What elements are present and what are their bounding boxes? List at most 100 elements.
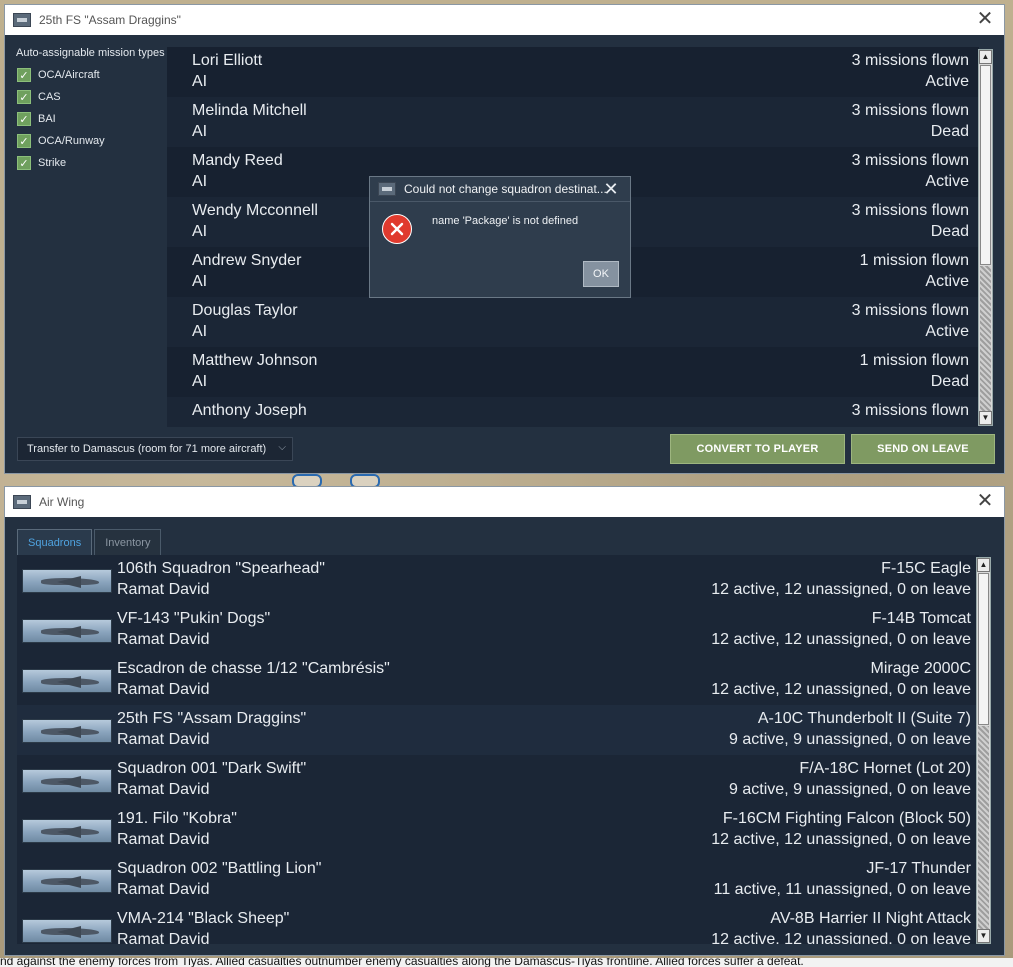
pilot-name: Lori Elliott: [192, 52, 263, 69]
scroll-down-icon[interactable]: ▼: [979, 411, 992, 425]
app-icon: [13, 495, 31, 509]
squadron-aircraft: A-10C Thunderbolt II (Suite 7): [757, 710, 971, 727]
pilot-missions: 3 missions flown: [851, 52, 969, 69]
pilot-missions: 3 missions flown: [851, 402, 969, 419]
send-on-leave-button[interactable]: SEND ON LEAVE: [851, 434, 995, 464]
transfer-destination-value: Transfer to Damascus (room for 71 more a…: [27, 443, 267, 455]
status-line: nd against the enemy forces from Tiyas. …: [0, 958, 1013, 967]
chevron-down-icon[interactable]: ⌵: [278, 442, 286, 453]
air-wing-window-titlebar[interactable]: Air Wing ✕: [5, 487, 1004, 517]
tab-squadrons[interactable]: Squadrons: [17, 529, 93, 555]
air-wing-window: Air Wing ✕ Squadrons Inventory 106th Squ…: [4, 486, 1005, 956]
mission-type-checkbox-oca-runway[interactable]: ✓ OCA/Runway: [17, 133, 105, 149]
scroll-up-icon[interactable]: ▲: [979, 50, 992, 64]
squadron-list[interactable]: 106th Squadron "Spearhead" Ramat David F…: [17, 555, 979, 944]
squadron-name: 25th FS "Assam Draggins": [117, 710, 307, 727]
pilot-name: Anthony Joseph: [192, 402, 307, 419]
squadron-window-titlebar[interactable]: 25th FS "Assam Draggins" ✕: [5, 5, 1004, 35]
pilot-name: Mandy Reed: [192, 152, 283, 169]
error-dialog: Could not change squadron destinat... ✕ …: [369, 176, 631, 298]
status-line-text: nd against the enemy forces from Tiyas. …: [0, 958, 804, 967]
squadron-counts: 11 active, 11 unassigned, 0 on leave: [713, 881, 971, 898]
squadron-row[interactable]: VF-143 "Pukin' Dogs" Ramat David F-14B T…: [17, 605, 979, 655]
squadron-counts: 12 active, 12 unassigned, 0 on leave: [711, 931, 971, 944]
scrollbar-track[interactable]: [978, 726, 989, 929]
close-icon[interactable]: ✕: [974, 490, 996, 512]
close-icon[interactable]: ✕: [600, 178, 622, 200]
air-wing-tabs: Squadrons Inventory: [17, 529, 163, 555]
tab-inventory[interactable]: Inventory: [94, 529, 162, 555]
pilot-status: Active: [925, 173, 969, 190]
pilot-missions: 3 missions flown: [851, 102, 969, 119]
ok-button[interactable]: OK: [583, 261, 619, 287]
pilot-name: Wendy Mcconnell: [192, 202, 318, 219]
squadron-base: Ramat David: [117, 681, 210, 698]
pilot-missions: 3 missions flown: [851, 302, 969, 319]
scrollbar-thumb[interactable]: [978, 573, 989, 725]
squadron-base: Ramat David: [117, 731, 210, 748]
scrollbar-track[interactable]: [980, 266, 991, 411]
squadron-base: Ramat David: [117, 581, 210, 598]
scroll-down-icon[interactable]: ▼: [977, 929, 990, 943]
pilot-status: Active: [925, 323, 969, 340]
mission-type-checkbox-cas[interactable]: ✓ CAS: [17, 89, 61, 105]
squadron-row[interactable]: 191. Filo "Kobra" Ramat David F-16CM Fig…: [17, 805, 979, 855]
app-icon: [13, 13, 31, 27]
pilot-status: Active: [925, 73, 969, 90]
squadron-counts: 12 active, 12 unassigned, 0 on leave: [711, 831, 971, 848]
close-icon[interactable]: ✕: [974, 8, 996, 30]
squadron-aircraft: F-15C Eagle: [881, 560, 971, 577]
mission-type-label: OCA/Runway: [38, 135, 105, 147]
checkbox-check-icon[interactable]: ✓: [17, 134, 31, 148]
dialog-title: Could not change squadron destinat...: [404, 182, 607, 196]
scroll-up-icon[interactable]: ▲: [977, 558, 990, 572]
error-dialog-titlebar[interactable]: Could not change squadron destinat... ✕: [370, 177, 630, 202]
squadron-row[interactable]: Escadron de chasse 1/12 "Cambrésis" Rama…: [17, 655, 979, 705]
aircraft-thumbnail: [22, 869, 112, 893]
mission-type-checkbox-strike[interactable]: ✓ Strike: [17, 155, 66, 171]
checkbox-check-icon[interactable]: ✓: [17, 90, 31, 104]
pilot-missions: 3 missions flown: [851, 152, 969, 169]
squadron-row[interactable]: 106th Squadron "Spearhead" Ramat David F…: [17, 555, 979, 605]
pilot-type: AI: [192, 323, 208, 340]
squadron-row[interactable]: 25th FS "Assam Draggins" Ramat David A-1…: [17, 705, 979, 755]
checkbox-check-icon[interactable]: ✓: [17, 68, 31, 82]
mission-type-label: BAI: [38, 113, 56, 125]
squadron-name: 106th Squadron "Spearhead": [117, 560, 325, 577]
convert-to-player-button[interactable]: CONVERT TO PLAYER: [670, 434, 845, 464]
squadron-aircraft: F/A-18C Hornet (Lot 20): [799, 760, 971, 777]
mission-type-checkbox-oca-aircraft[interactable]: ✓ OCA/Aircraft: [17, 67, 100, 83]
scrollbar-thumb[interactable]: [980, 65, 991, 265]
squadron-counts: 12 active, 12 unassigned, 0 on leave: [711, 681, 971, 698]
pilot-row[interactable]: Melinda Mitchell AI 3 missions flown Dea…: [167, 97, 979, 147]
pilot-type: AI: [192, 373, 208, 390]
squadron-base: Ramat David: [117, 931, 210, 944]
mission-type-checkbox-bai[interactable]: ✓ BAI: [17, 111, 56, 127]
squadron-name: VF-143 "Pukin' Dogs": [117, 610, 271, 627]
squadron-name: VMA-214 "Black Sheep": [117, 910, 290, 927]
pilot-status: Dead: [930, 123, 969, 140]
squadron-row[interactable]: VMA-214 "Black Sheep" Ramat David AV-8B …: [17, 905, 979, 944]
checkbox-check-icon[interactable]: ✓: [17, 156, 31, 170]
pilot-row[interactable]: Douglas Taylor AI 3 missions flown Activ…: [167, 297, 979, 347]
squadron-counts: 9 active, 9 unassigned, 0 on leave: [729, 731, 971, 748]
pilot-row[interactable]: Lori Elliott AI 3 missions flown Active: [167, 47, 979, 97]
checkbox-check-icon[interactable]: ✓: [17, 112, 31, 126]
mission-type-label: Strike: [38, 157, 67, 169]
pilot-name: Melinda Mitchell: [192, 102, 307, 119]
pilot-row[interactable]: Matthew Johnson AI 1 mission flown Dead: [167, 347, 979, 397]
squadron-row[interactable]: Squadron 002 "Battling Lion" Ramat David…: [17, 855, 979, 905]
squadron-row[interactable]: Squadron 001 "Dark Swift" Ramat David F/…: [17, 755, 979, 805]
pilot-missions: 3 missions flown: [851, 202, 969, 219]
pilot-list-scrollbar[interactable]: ▲ ▼: [978, 49, 993, 426]
squadron-aircraft: F-14B Tomcat: [871, 610, 971, 627]
squadron-list-scrollbar[interactable]: ▲ ▼: [976, 557, 991, 944]
aircraft-thumbnail: [22, 769, 112, 793]
pilot-row[interactable]: Anthony Joseph 3 missions flown: [167, 397, 979, 427]
mission-type-label: CAS: [38, 91, 61, 103]
pilot-missions: 1 mission flown: [859, 252, 969, 269]
squadron-base: Ramat David: [117, 781, 210, 798]
mission-type-label: OCA/Aircraft: [38, 69, 100, 81]
pilot-name: Andrew Snyder: [192, 252, 302, 269]
transfer-destination-select[interactable]: Transfer to Damascus (room for 71 more a…: [17, 437, 293, 461]
